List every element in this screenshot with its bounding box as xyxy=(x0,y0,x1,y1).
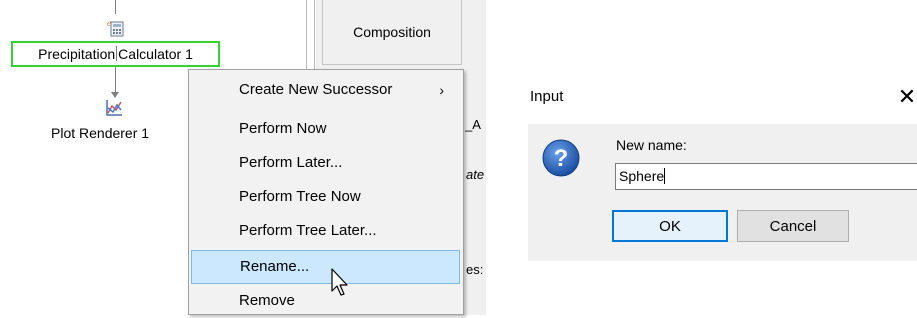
svg-text:?: ? xyxy=(554,145,569,172)
input-dialog: Input ✕ ? New name: Sphere OK Cancel xyxy=(528,78,917,261)
mouse-cursor-icon xyxy=(331,268,348,296)
node-plot-renderer-1[interactable]: Plot Renderer 1 xyxy=(51,124,149,142)
node-precipitation-calculator-1[interactable]: Precipitation Calculator 1 xyxy=(11,41,220,67)
close-icon[interactable]: ✕ xyxy=(897,84,917,110)
text-caret xyxy=(664,168,666,184)
svg-text:e: e xyxy=(107,18,111,28)
menu-item-rename[interactable]: Rename... xyxy=(191,250,460,284)
chart-icon xyxy=(106,100,122,116)
chevron-right-icon: › xyxy=(439,82,444,98)
menu-item-perform-now[interactable]: Perform Now xyxy=(191,112,460,146)
menu-item-perform-tree-later[interactable]: Perform Tree Later... xyxy=(191,214,460,248)
pane-fragment-1: _A xyxy=(465,117,481,132)
node-label: Precipitation Calculator 1 xyxy=(38,46,193,62)
menu-item-create-new-successor[interactable]: Create New Successor › xyxy=(191,73,460,107)
name-input-value: Sphere xyxy=(619,168,665,184)
menu-item-remove[interactable]: Remove xyxy=(191,284,460,318)
prompt-label: New name: xyxy=(616,137,687,153)
name-input[interactable]: Sphere xyxy=(615,163,917,190)
calculator-icon: e xyxy=(107,18,124,37)
dialog-title: Input xyxy=(530,88,564,105)
context-menu: Create New Successor › Perform Now Perfo… xyxy=(188,69,464,315)
menu-item-perform-later[interactable]: Perform Later... xyxy=(191,146,460,180)
connector-line-top xyxy=(115,0,116,14)
question-icon: ? xyxy=(542,139,580,177)
dialog-titlebar[interactable] xyxy=(528,78,917,124)
composition-label: Composition xyxy=(353,24,431,40)
menu-item-label: Create New Successor xyxy=(239,81,393,98)
pane-fragment-3: es: xyxy=(466,262,484,277)
cancel-button[interactable]: Cancel xyxy=(737,210,849,242)
menu-item-perform-tree-now[interactable]: Perform Tree Now xyxy=(191,180,460,214)
pane-fragment-2: ate xyxy=(466,167,485,182)
composition-tab[interactable]: Composition xyxy=(322,0,462,65)
ok-button[interactable]: OK xyxy=(612,210,728,242)
